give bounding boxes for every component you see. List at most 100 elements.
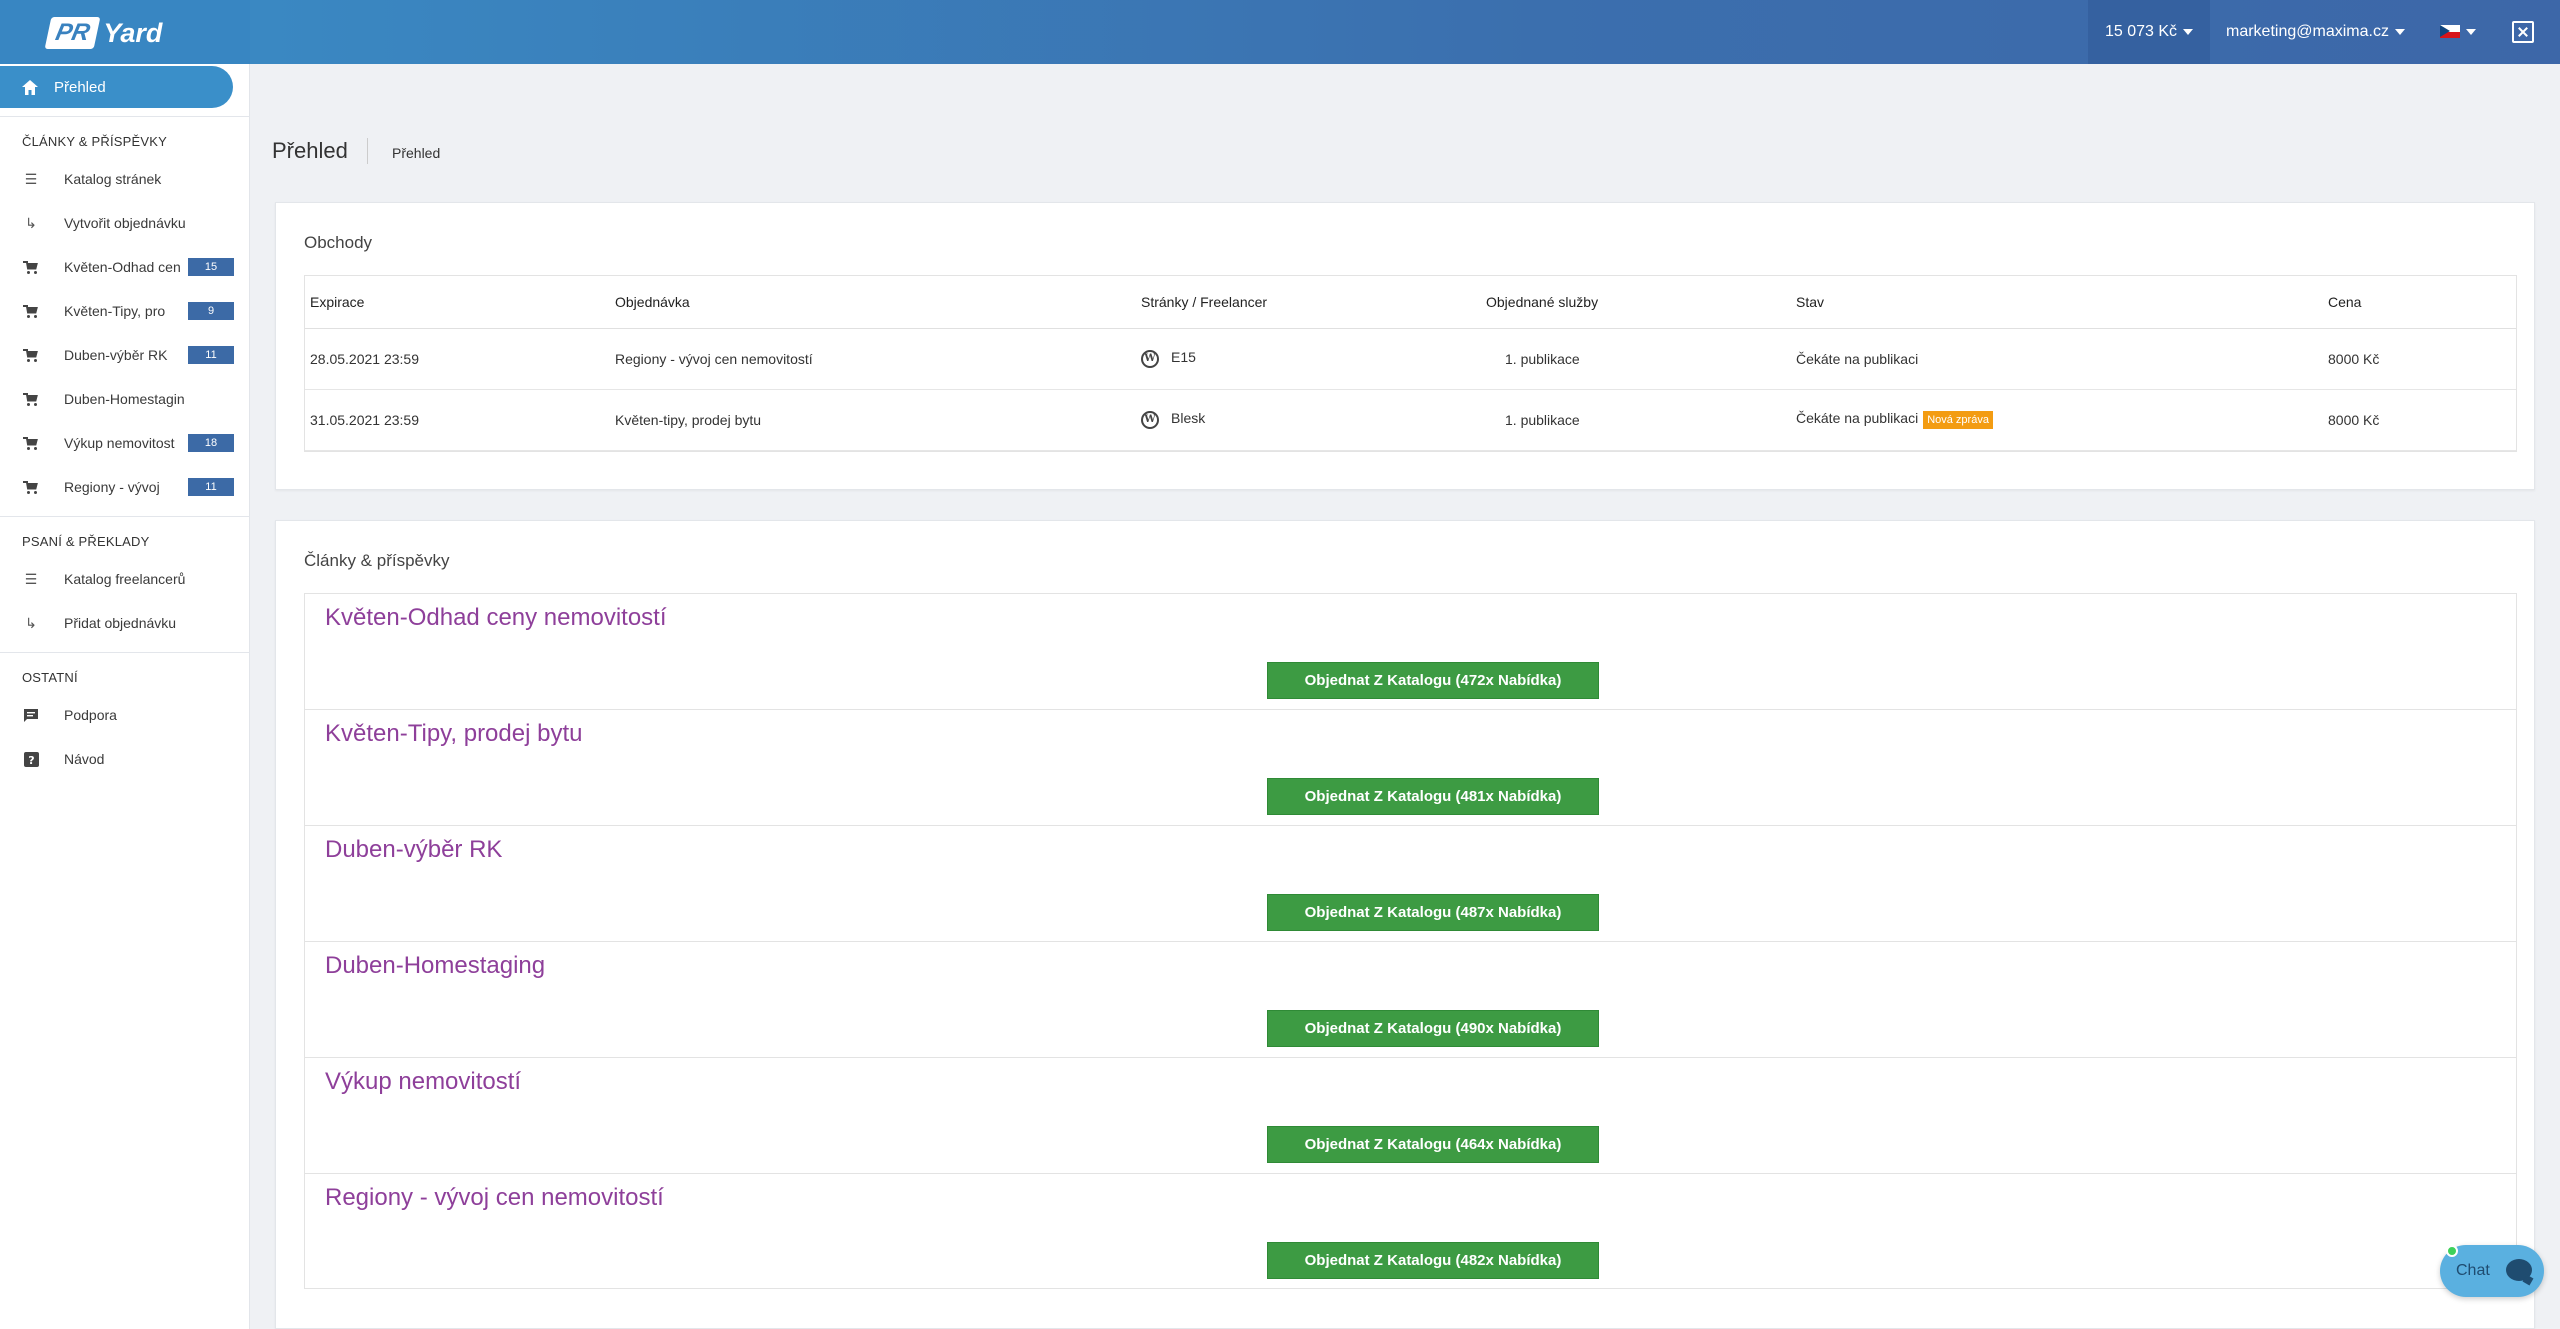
count-badge: 11 [188,478,234,496]
sidebar-item-order[interactable]: Duben-Homestagin [22,384,234,414]
sidebar-item-order[interactable]: Duben-výběr RK 11 [22,340,234,370]
cart-icon [22,390,40,408]
column-header[interactable]: Objednané služby [1481,276,1791,329]
order-from-catalog-button[interactable]: Objednat Z Katalogu (464x Nabídka) [1267,1126,1599,1163]
column-header[interactable]: Stránky / Freelancer [1136,276,1481,329]
list-item: Regiony - vývoj cen nemovitostí Objednat… [304,1173,2517,1289]
list-item: Duben-výběr RK Objednat Z Katalogu (487x… [304,825,2517,941]
sidebar-item-navod[interactable]: ? Návod [22,744,234,774]
wordpress-icon: W [1141,410,1159,429]
article-title[interactable]: Výkup nemovitostí [325,1068,521,1096]
sidebar-item-podpora[interactable]: Podpora [22,700,234,730]
column-header[interactable]: Expirace [305,276,610,329]
logo-pr: PR [44,17,101,49]
sidebar-item-label: Přidat objednávku [64,615,177,631]
sidebar-item-label: Květen-Tipy, pro [64,303,166,319]
sidebar-item-pridat-objednavku[interactable]: ↳ Přidat objednávku [22,608,234,638]
table-row[interactable]: 28.05.2021 23:59 Regiony - vývoj cen nem… [305,328,2516,390]
breadcrumb[interactable]: Přehled [392,145,440,161]
sidebar-item-label: Podpora [64,707,117,723]
order-from-catalog-button[interactable]: Objednat Z Katalogu (490x Nabídka) [1267,1010,1599,1047]
cart-icon [22,478,40,496]
cart-icon [22,434,40,452]
sidebar-item-katalog-stranek[interactable]: ☰ Katalog stránek [22,164,234,194]
new-message-badge[interactable]: Nová zpráva [1923,410,1993,429]
wordpress-icon: W [1141,349,1159,368]
credit-dropdown[interactable]: 15 073 Kč [2088,0,2210,64]
sidebar-item-label: Regiony - vývoj [64,479,160,495]
sidebar-item-katalog-freelanceru[interactable]: ☰ Katalog freelancerů [22,564,234,594]
sidebar-item-label: Přehled [54,78,106,96]
czech-flag-icon [2440,25,2460,38]
site-name: E15 [1171,349,1196,366]
chat-icon [22,706,40,724]
language-dropdown[interactable] [2440,25,2476,38]
chevron-down-icon [2394,29,2405,35]
article-title[interactable]: Květen-Tipy, prodej bytu [325,720,582,748]
section-heading: OSTATNÍ [22,670,78,685]
column-header[interactable]: Cena [2323,276,2516,329]
sidebar: Přehled ČLÁNKY & PŘÍSPĚVKY ☰ Katalog str… [0,64,250,1329]
table-row[interactable]: 31.05.2021 23:59 Květen-tipy, prodej byt… [305,389,2516,451]
article-title[interactable]: Duben-výběr RK [325,836,502,864]
list-item: Duben-Homestaging Objednat Z Katalogu (4… [304,941,2517,1057]
subdirectory-arrow-icon: ↳ [25,614,37,631]
list-icon: ☰ [24,170,38,187]
sidebar-item-order[interactable]: Výkup nemovitost 18 [22,428,234,458]
site-cell: W E15 [1136,328,1481,390]
article-title[interactable]: Květen-Odhad ceny nemovitostí [325,604,667,632]
count-badge: 18 [188,434,234,452]
article-title[interactable]: Duben-Homestaging [325,952,545,980]
count-badge: 15 [188,258,234,276]
services-cell: 1. publikace [1481,389,1791,451]
breadcrumb-divider [367,138,368,164]
svg-text:?: ? [28,754,34,767]
home-icon [22,79,38,95]
divider [0,652,250,653]
card-title: Články & příspěvky [304,551,450,570]
count-badge: 9 [188,302,234,320]
sidebar-item-order[interactable]: Květen-Tipy, pro 9 [22,296,234,326]
status-cell: Čekáte na publikaci Nová zpráva [1791,389,2323,451]
sidebar-item-order[interactable]: Květen-Odhad cen 15 [22,252,234,282]
cart-icon [22,258,40,276]
logo-area: PR Yard [0,0,250,64]
page-title: Přehled [272,138,348,163]
order-from-catalog-button[interactable]: Objednat Z Katalogu (472x Nabídka) [1267,662,1599,699]
order-from-catalog-button[interactable]: Objednat Z Katalogu (487x Nabídka) [1267,894,1599,931]
sidebar-item-label: Květen-Odhad cen [64,259,181,275]
table-header-row: Expirace Objednávka Stránky / Freelancer… [305,276,2516,329]
cart-icon [22,346,40,364]
deals-table: Expirace Objednávka Stránky / Freelancer… [305,276,2516,451]
section-heading: PSANÍ & PŘEKLADY [22,534,150,549]
price-cell: 8000 Kč [2323,328,2516,390]
logo[interactable]: PR Yard [44,14,163,52]
chat-widget-button[interactable]: Chat [2440,1245,2544,1297]
list-icon: ☰ [24,570,38,587]
articles-card: Články & příspěvky Květen-Odhad ceny nem… [275,520,2535,1329]
section-heading: ČLÁNKY & PŘÍSPĚVKY [22,134,167,149]
fullscreen-icon[interactable] [2512,21,2534,43]
card-title: Obchody [304,233,373,252]
article-title[interactable]: Regiony - vývoj cen nemovitostí [325,1184,664,1212]
sidebar-item-vytvorit-objednavku[interactable]: ↳ Vytvořit objednávku [22,208,234,238]
sidebar-item-prehled[interactable]: Přehled [0,66,233,108]
user-email: marketing@maxima.cz [2226,23,2389,40]
logo-yard: Yard [103,17,163,48]
expiration-cell: 31.05.2021 23:59 [305,389,610,451]
column-header[interactable]: Objednávka [610,276,1136,329]
divider [0,516,250,517]
order-cell: Regiony - vývoj cen nemovitostí [610,328,1136,390]
order-from-catalog-button[interactable]: Objednat Z Katalogu (481x Nabídka) [1267,778,1599,815]
column-header[interactable]: Stav [1791,276,2323,329]
order-from-catalog-button[interactable]: Objednat Z Katalogu (482x Nabídka) [1267,1242,1599,1279]
subdirectory-arrow-icon: ↳ [25,214,37,231]
sidebar-item-order[interactable]: Regiony - vývoj 11 [22,472,234,502]
help-icon: ? [22,750,40,768]
status-cell: Čekáte na publikaci [1791,328,2323,390]
site-name: Blesk [1171,410,1206,427]
count-badge: 11 [188,346,234,364]
user-dropdown[interactable]: marketing@maxima.cz [2226,0,2405,64]
sidebar-item-label: Duben-výběr RK [64,347,168,363]
list-item: Květen-Odhad ceny nemovitostí Objednat Z… [304,593,2517,709]
